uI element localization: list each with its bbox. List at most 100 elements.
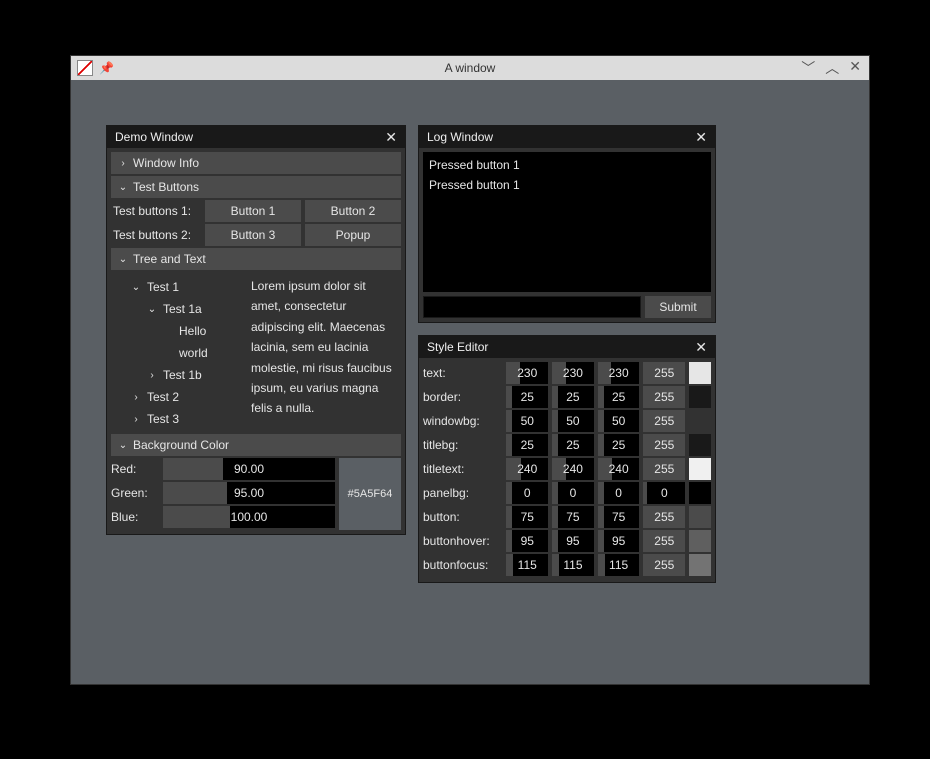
style-row-label: panelbg: <box>423 486 502 500</box>
style-number-input[interactable]: 95 <box>552 530 594 552</box>
style-number-input[interactable]: 50 <box>598 410 640 432</box>
app-icon <box>77 60 93 76</box>
style-number-input[interactable]: 115 <box>598 554 640 576</box>
os-titlebar[interactable]: 📌 A window ﹀ ︿ ✕ <box>71 56 869 80</box>
style-number-input[interactable]: 255 <box>643 458 685 480</box>
style-number-input[interactable]: 255 <box>643 410 685 432</box>
color-swatch <box>689 458 711 480</box>
style-number-input[interactable]: 75 <box>598 506 640 528</box>
style-number-input[interactable]: 255 <box>643 386 685 408</box>
section-background-color[interactable]: ⌄ Background Color <box>111 434 401 456</box>
green-slider[interactable]: 95.00 <box>163 482 335 504</box>
log-window-title: Log Window <box>427 130 493 144</box>
button-3[interactable]: Button 3 <box>205 224 301 246</box>
style-number-input[interactable]: 240 <box>598 458 640 480</box>
style-number-input[interactable]: 115 <box>506 554 548 576</box>
chevron-down-icon: ⌄ <box>117 254 129 265</box>
maximize-icon[interactable]: ︿ <box>825 58 839 78</box>
style-number-input[interactable]: 255 <box>643 530 685 552</box>
style-row-label: buttonfocus: <box>423 558 502 572</box>
style-number-input[interactable]: 50 <box>552 410 594 432</box>
style-number-input[interactable]: 25 <box>506 434 548 456</box>
tree-item-test2[interactable]: ›Test 2 <box>113 386 249 408</box>
log-output: Pressed button 1Pressed button 1 <box>423 152 711 292</box>
tree-item-world[interactable]: world <box>113 342 249 364</box>
demo-window-titlebar[interactable]: Demo Window ✕ <box>107 126 405 148</box>
style-row: border:252525255 <box>423 386 711 408</box>
popup-button[interactable]: Popup <box>305 224 401 246</box>
style-number-input[interactable]: 95 <box>506 530 548 552</box>
style-number-input[interactable]: 240 <box>552 458 594 480</box>
color-swatch <box>689 434 711 456</box>
close-icon[interactable]: ✕ <box>385 129 397 146</box>
tree-item-test1a[interactable]: ⌄Test 1a <box>113 298 249 320</box>
color-swatch <box>689 482 711 504</box>
log-window-titlebar[interactable]: Log Window ✕ <box>419 126 715 148</box>
style-editor-title: Style Editor <box>427 340 488 354</box>
style-row: windowbg:505050255 <box>423 410 711 432</box>
pin-icon[interactable]: 📌 <box>99 61 114 75</box>
style-number-input[interactable]: 230 <box>552 362 594 384</box>
close-icon[interactable]: ✕ <box>695 339 707 356</box>
style-number-input[interactable]: 0 <box>552 482 594 504</box>
close-icon[interactable]: ✕ <box>849 58 861 78</box>
style-row: panelbg:0000 <box>423 482 711 504</box>
style-number-input[interactable]: 255 <box>643 506 685 528</box>
style-number-input[interactable]: 25 <box>552 434 594 456</box>
chevron-down-icon: ⌄ <box>117 440 129 451</box>
red-slider[interactable]: 90.00 <box>163 458 335 480</box>
style-number-input[interactable]: 0 <box>506 482 548 504</box>
style-number-input[interactable]: 0 <box>643 482 685 504</box>
style-number-input[interactable]: 75 <box>506 506 548 528</box>
log-input[interactable] <box>423 296 641 318</box>
style-number-input[interactable]: 95 <box>598 530 640 552</box>
section-label: Background Color <box>133 438 229 452</box>
blue-value: 100.00 <box>163 506 335 528</box>
red-value: 90.00 <box>163 458 335 480</box>
tree-item-test1b[interactable]: ›Test 1b <box>113 364 249 386</box>
section-label: Tree and Text <box>133 252 206 266</box>
test-buttons-2-label: Test buttons 2: <box>111 228 201 242</box>
chevron-right-icon: › <box>129 414 143 425</box>
style-number-input[interactable]: 255 <box>643 362 685 384</box>
style-row: titletext:240240240255 <box>423 458 711 480</box>
tree-item-hello[interactable]: Hello <box>113 320 249 342</box>
style-number-input[interactable]: 255 <box>643 434 685 456</box>
section-test-buttons[interactable]: ⌄ Test Buttons <box>111 176 401 198</box>
style-number-input[interactable]: 25 <box>598 386 640 408</box>
submit-button[interactable]: Submit <box>645 296 711 318</box>
tree-item-test1[interactable]: ⌄Test 1 <box>113 276 249 298</box>
color-swatch <box>689 410 711 432</box>
style-row-label: windowbg: <box>423 414 502 428</box>
style-editor-titlebar[interactable]: Style Editor ✕ <box>419 336 715 358</box>
style-number-input[interactable]: 25 <box>552 386 594 408</box>
style-row-label: titletext: <box>423 462 502 476</box>
style-number-input[interactable]: 50 <box>506 410 548 432</box>
section-tree-and-text[interactable]: ⌄ Tree and Text <box>111 248 401 270</box>
chevron-down-icon: ⌄ <box>129 282 143 293</box>
style-number-input[interactable]: 115 <box>552 554 594 576</box>
close-icon[interactable]: ✕ <box>695 129 707 146</box>
blue-slider[interactable]: 100.00 <box>163 506 335 528</box>
color-swatch: #5A5F64 <box>339 458 401 530</box>
lorem-text: Lorem ipsum dolor sit amet, consectetur … <box>251 272 401 434</box>
tree-item-test3[interactable]: ›Test 3 <box>113 408 249 430</box>
style-row: titlebg:252525255 <box>423 434 711 456</box>
chevron-down-icon: ⌄ <box>117 182 129 193</box>
style-number-input[interactable]: 0 <box>598 482 640 504</box>
section-window-info[interactable]: › Window Info <box>111 152 401 174</box>
style-row: button:757575255 <box>423 506 711 528</box>
style-number-input[interactable]: 240 <box>506 458 548 480</box>
style-number-input[interactable]: 75 <box>552 506 594 528</box>
button-2[interactable]: Button 2 <box>305 200 401 222</box>
style-row: buttonhover:959595255 <box>423 530 711 552</box>
minimize-icon[interactable]: ﹀ <box>801 58 815 78</box>
style-number-input[interactable]: 255 <box>643 554 685 576</box>
style-number-input[interactable]: 25 <box>598 434 640 456</box>
style-number-input[interactable]: 230 <box>506 362 548 384</box>
style-number-input[interactable]: 230 <box>598 362 640 384</box>
button-1[interactable]: Button 1 <box>205 200 301 222</box>
style-number-input[interactable]: 25 <box>506 386 548 408</box>
style-row-label: button: <box>423 510 502 524</box>
color-swatch <box>689 530 711 552</box>
